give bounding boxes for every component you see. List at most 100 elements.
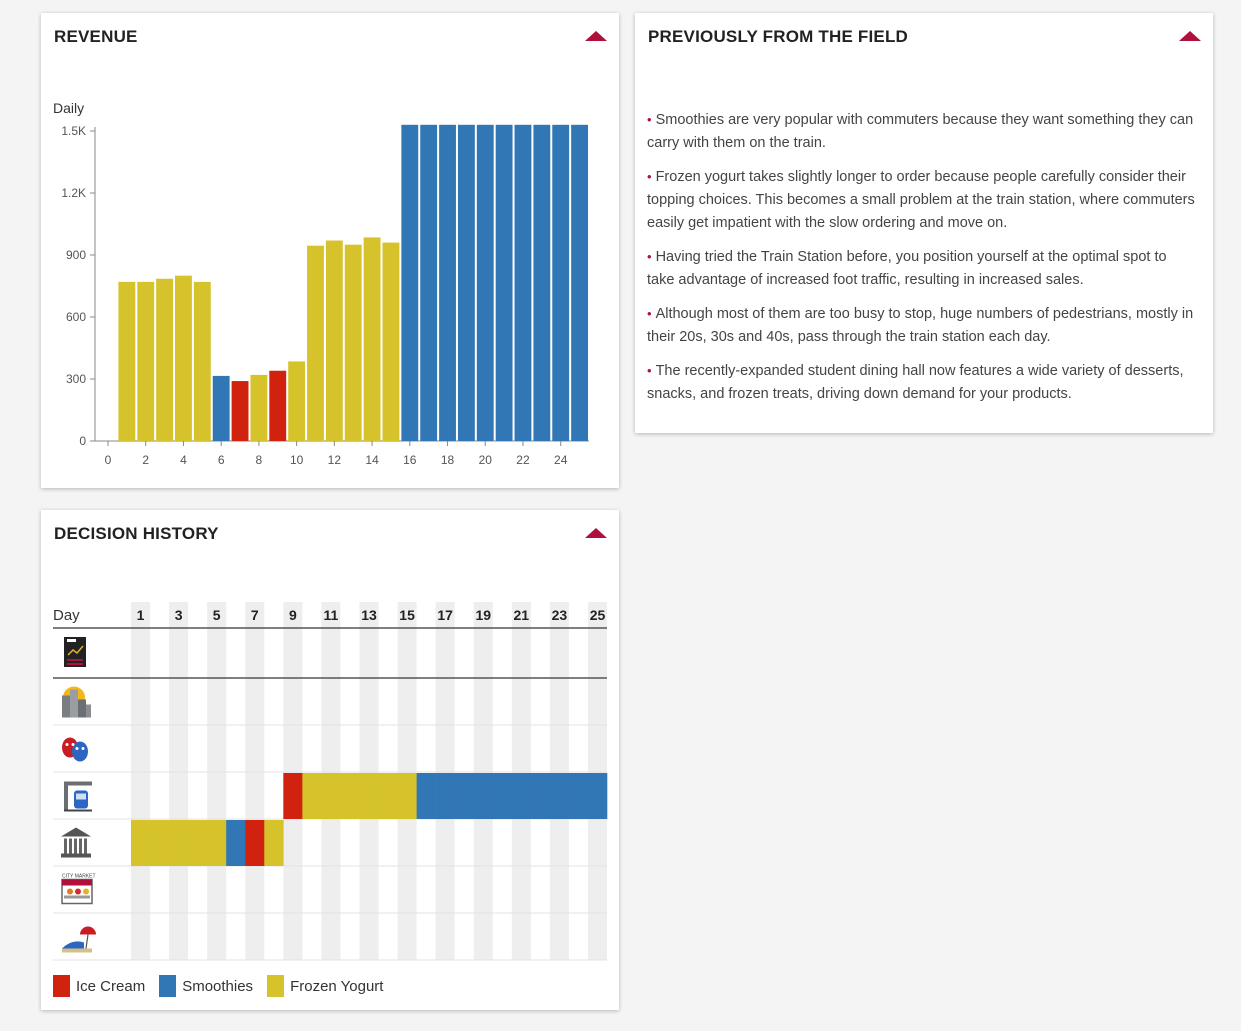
icon-part — [64, 809, 92, 812]
icon-part — [69, 838, 72, 854]
decision-cell-day-24 — [568, 773, 589, 819]
decision-history-panel: DECISION HISTORY Day 1 3 5 7 9 11 13 15 17 19 21 23 2… — [41, 510, 619, 1010]
day-header-label: Day — [53, 607, 80, 624]
day-column-shade — [169, 602, 189, 960]
field-note-text: Having tried the Train Station before, y… — [647, 249, 1167, 288]
day-number-label: 13 — [361, 607, 377, 623]
field-note-text: The recently-expanded student dining hal… — [647, 363, 1184, 402]
bullet-icon: • — [647, 249, 652, 264]
icon-part — [81, 747, 85, 750]
icon-part — [61, 853, 91, 858]
field-notes-title: PREVIOUSLY FROM THE FIELD — [648, 27, 909, 46]
revenue-bar-day-24 — [552, 124, 570, 442]
x-tick-label: 2 — [142, 453, 149, 467]
icon-part — [67, 659, 83, 661]
revenue-bar-day-25 — [571, 124, 588, 442]
field-note-item: • Frozen yogurt takes slightly longer to … — [647, 165, 1195, 235]
icon-part — [71, 743, 75, 746]
x-tick-label: 12 — [328, 453, 342, 467]
legend-item-frozen-yogurt: Frozen Yogurt — [267, 975, 383, 997]
revenue-bar-day-13 — [344, 244, 362, 441]
day-number-label: 9 — [289, 607, 297, 623]
decision-cell-day-2 — [150, 820, 170, 866]
icon-part — [74, 838, 77, 854]
icon-part — [75, 747, 79, 750]
field-note-item: • Smoothies are very popular with commute… — [647, 108, 1195, 155]
revenue-bar-day-23 — [533, 124, 551, 442]
x-tick-label: 4 — [180, 453, 187, 467]
icon-part — [64, 895, 90, 899]
icon-part — [75, 888, 81, 895]
y-tick-label: 300 — [66, 372, 86, 386]
icon-part — [85, 934, 89, 949]
decision-cell-day-5 — [207, 820, 227, 866]
revenue-panel: REVENUE Daily 0 300 600 900 1.2K 1.5K 0 2 4 6 8 10 12… — [41, 13, 619, 488]
field-notes-list: • Smoothies are very popular with commute… — [647, 108, 1195, 416]
decision-cell-day-21 — [511, 773, 532, 819]
bullet-icon: • — [647, 169, 652, 184]
field-notes-panel: PREVIOUSLY FROM THE FIELD • Smoothies are… — [635, 13, 1213, 433]
decision-cell-day-3 — [169, 820, 189, 866]
downtown-city-icon — [62, 686, 91, 718]
revenue-bar-day-14 — [363, 237, 381, 441]
decision-cell-day-15 — [397, 773, 417, 819]
decision-cell-day-1 — [131, 820, 151, 866]
field-note-item: • Although most of them are too busy to s… — [647, 302, 1195, 349]
legend-swatch — [267, 975, 285, 997]
revenue-bar-day-8 — [250, 374, 268, 441]
bullet-icon: • — [647, 363, 652, 378]
decision-history-grid: Day 1 3 5 7 9 11 13 15 17 19 21 23 25CITY MARKET — [53, 602, 608, 961]
legend-item-ice-cream: Ice Cream — [53, 975, 145, 997]
day-number-label: 11 — [324, 607, 339, 623]
day-number-label: 1 — [137, 607, 145, 623]
x-tick-label: 22 — [516, 453, 530, 467]
legend-label: Smoothies — [182, 977, 254, 995]
day-number-label: 25 — [590, 607, 606, 623]
revenue-bar-day-5 — [193, 281, 211, 441]
icon-part — [67, 888, 73, 895]
train-station-icon — [64, 781, 92, 812]
x-tick-label: 6 — [218, 453, 225, 467]
theater-masks-icon — [62, 737, 88, 762]
icon-part — [80, 926, 96, 935]
decision-cell-day-9 — [283, 773, 303, 819]
x-tick-label: 18 — [441, 453, 455, 467]
revenue-bar-day-22 — [514, 124, 532, 442]
icon-part — [83, 888, 89, 895]
revenue-chart: Daily03006009001.2K1.5K0 2 4 6 8 10 12 14 16 18 20… — [53, 100, 589, 467]
x-tick-label: 0 — [105, 453, 112, 467]
triangle-up-icon — [1179, 31, 1201, 41]
y-tick-label: 0 — [79, 434, 86, 448]
x-tick-label: 16 — [403, 453, 417, 467]
field-note-text: Frozen yogurt takes slightly longer to o… — [647, 169, 1195, 231]
revenue-bar-day-12 — [325, 240, 343, 441]
revenue-bar-day-20 — [476, 124, 494, 442]
bullet-icon: • — [647, 306, 652, 321]
day-number-label: 21 — [514, 607, 530, 623]
revenue-bar-day-18 — [439, 124, 456, 442]
day-column-shade — [131, 602, 151, 960]
data-report-icon — [64, 637, 86, 667]
icon-part — [76, 793, 86, 800]
decision-cell-day-4 — [188, 820, 208, 866]
decision-cell-day-23 — [549, 773, 570, 819]
decision-cell-day-16 — [416, 773, 436, 819]
field-note-text: Smoothies are very popular with commuter… — [647, 112, 1194, 151]
university-building-icon — [61, 827, 91, 858]
day-number-label: 5 — [213, 607, 221, 623]
decision-cell-day-19 — [473, 773, 494, 819]
revenue-bar-day-21 — [495, 124, 513, 442]
legend-swatch — [53, 975, 70, 997]
decision-cell-day-22 — [530, 773, 551, 819]
icon-part — [84, 838, 87, 854]
bullet-icon: • — [647, 112, 652, 127]
icon-part — [61, 827, 91, 837]
decision-cell-day-18 — [454, 773, 475, 819]
collapse-field-notes-button[interactable] — [1178, 30, 1204, 46]
icon-part — [70, 689, 78, 718]
day-number-label: 3 — [175, 607, 183, 623]
day-number-label: 17 — [437, 607, 453, 623]
y-tick-label: 1.2K — [61, 186, 86, 200]
revenue-bar-day-11 — [307, 245, 324, 441]
day-number-label: 19 — [475, 607, 491, 623]
